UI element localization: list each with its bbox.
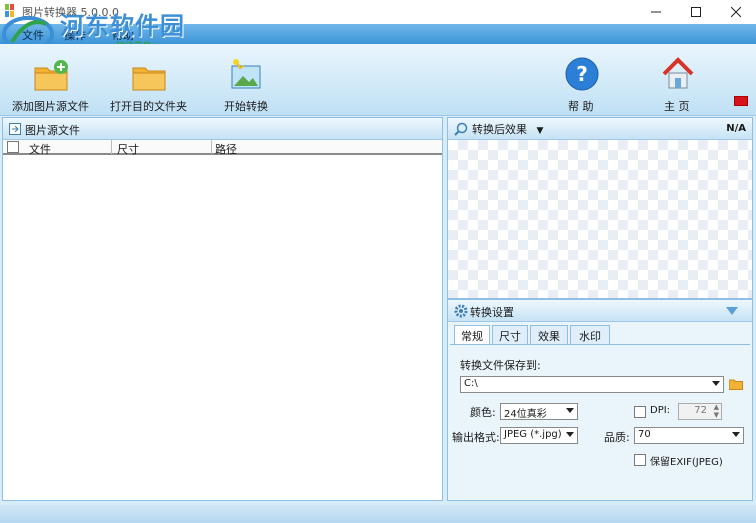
chevron-down-icon: ▼ [536, 126, 544, 136]
collapse-icon[interactable] [726, 307, 738, 315]
browse-folder-icon[interactable] [729, 378, 743, 390]
home-label: 主 页 [664, 100, 690, 113]
color-value: 24位真彩 [504, 409, 547, 420]
preview-status: N/A [726, 123, 746, 134]
convert-picture-icon [231, 59, 261, 89]
gear-icon [454, 304, 468, 318]
preview-panel-header: 转换后效果 ▼ N/A [448, 118, 752, 140]
dpi-checkbox[interactable] [634, 406, 646, 418]
source-files-icon [9, 123, 21, 135]
format-label: 输出格式: [452, 431, 500, 444]
language-flag-icon[interactable] [734, 96, 748, 106]
tab-effect[interactable]: 效果 [530, 325, 568, 344]
quality-label: 品质: [604, 431, 630, 444]
color-label: 颜色: [470, 406, 496, 419]
preview-mode-dropdown[interactable]: 转换后效果 ▼ [472, 121, 543, 137]
help-icon: ? [565, 57, 599, 91]
color-select[interactable]: 24位真彩 [500, 403, 578, 420]
column-path[interactable]: 路径 [215, 141, 237, 157]
add-folder-icon [34, 60, 68, 91]
save-path-value: C:\ [464, 378, 478, 389]
dpi-value: 72 [694, 405, 707, 416]
chevron-down-icon [566, 408, 574, 413]
tab-size[interactable]: 尺寸 [492, 325, 528, 344]
convert-settings-panel: 转换设置 常规 尺寸 效果 水印 转换文件保存到: C:\ 颜色: 24位真彩 … [447, 299, 753, 501]
quality-select[interactable]: 70 [634, 427, 744, 444]
svg-text:?: ? [576, 62, 588, 86]
open-dest-label: 打开目的文件夹 [110, 100, 187, 113]
format-value: JPEG (*.jpg) [504, 429, 562, 440]
settings-panel-title: 转换设置 [470, 306, 514, 319]
chevron-down-icon [732, 432, 740, 437]
maximize-icon [691, 7, 701, 17]
source-files-panel: 图片源文件 文件 尺寸 路径 [2, 117, 443, 501]
preview-canvas [448, 140, 752, 298]
save-path-select[interactable]: C:\ [460, 376, 724, 393]
magnifier-icon [454, 122, 468, 136]
format-select[interactable]: JPEG (*.jpg) [500, 427, 578, 444]
file-list-header: 文件 尺寸 路径 [3, 140, 442, 157]
help-label: 帮 助 [568, 100, 594, 113]
maximize-button[interactable] [676, 0, 716, 24]
home-icon [662, 57, 694, 89]
keep-exif-checkbox[interactable] [634, 454, 646, 466]
toolbar: 添加图片源文件 打开目的文件夹 开始转换 ? 帮 助 主 页 [0, 44, 756, 116]
status-bar [0, 505, 756, 523]
select-all-checkbox[interactable] [7, 141, 19, 153]
quality-value: 70 [638, 429, 651, 440]
add-source-label: 添加图片源文件 [12, 100, 89, 113]
chevron-down-icon [566, 432, 574, 437]
tab-general[interactable]: 常规 [454, 325, 490, 345]
minimize-button[interactable] [636, 0, 676, 24]
minimize-icon [651, 11, 661, 13]
dpi-label: DPI: [650, 405, 671, 416]
save-to-label: 转换文件保存到: [460, 359, 541, 372]
dpi-stepper[interactable]: 72 ▲ ▼ [678, 403, 722, 420]
tab-watermark[interactable]: 水印 [570, 325, 610, 344]
keep-exif-label: 保留EXIF(JPEG) [650, 457, 723, 468]
watermark-text: 河东软件园 [60, 11, 185, 40]
close-button[interactable] [716, 0, 756, 24]
preview-panel: 转换后效果 ▼ N/A [447, 117, 753, 299]
column-file[interactable]: 文件 [29, 141, 51, 157]
folder-icon [132, 67, 166, 91]
column-size[interactable]: 尺寸 [117, 141, 139, 157]
stepper-arrows-icon[interactable]: ▲ ▼ [714, 403, 719, 419]
settings-panel-header: 转换设置 [448, 300, 752, 322]
close-icon [731, 7, 741, 17]
start-convert-label: 开始转换 [224, 100, 268, 113]
preview-mode-label: 转换后效果 [472, 123, 527, 136]
chevron-down-icon [712, 381, 720, 386]
source-panel-header: 图片源文件 [3, 118, 442, 140]
source-panel-title: 图片源文件 [25, 124, 80, 137]
general-tab-body: 转换文件保存到: C:\ 颜色: 24位真彩 DPI: 72 ▲ ▼ 输出格式: … [450, 344, 750, 498]
